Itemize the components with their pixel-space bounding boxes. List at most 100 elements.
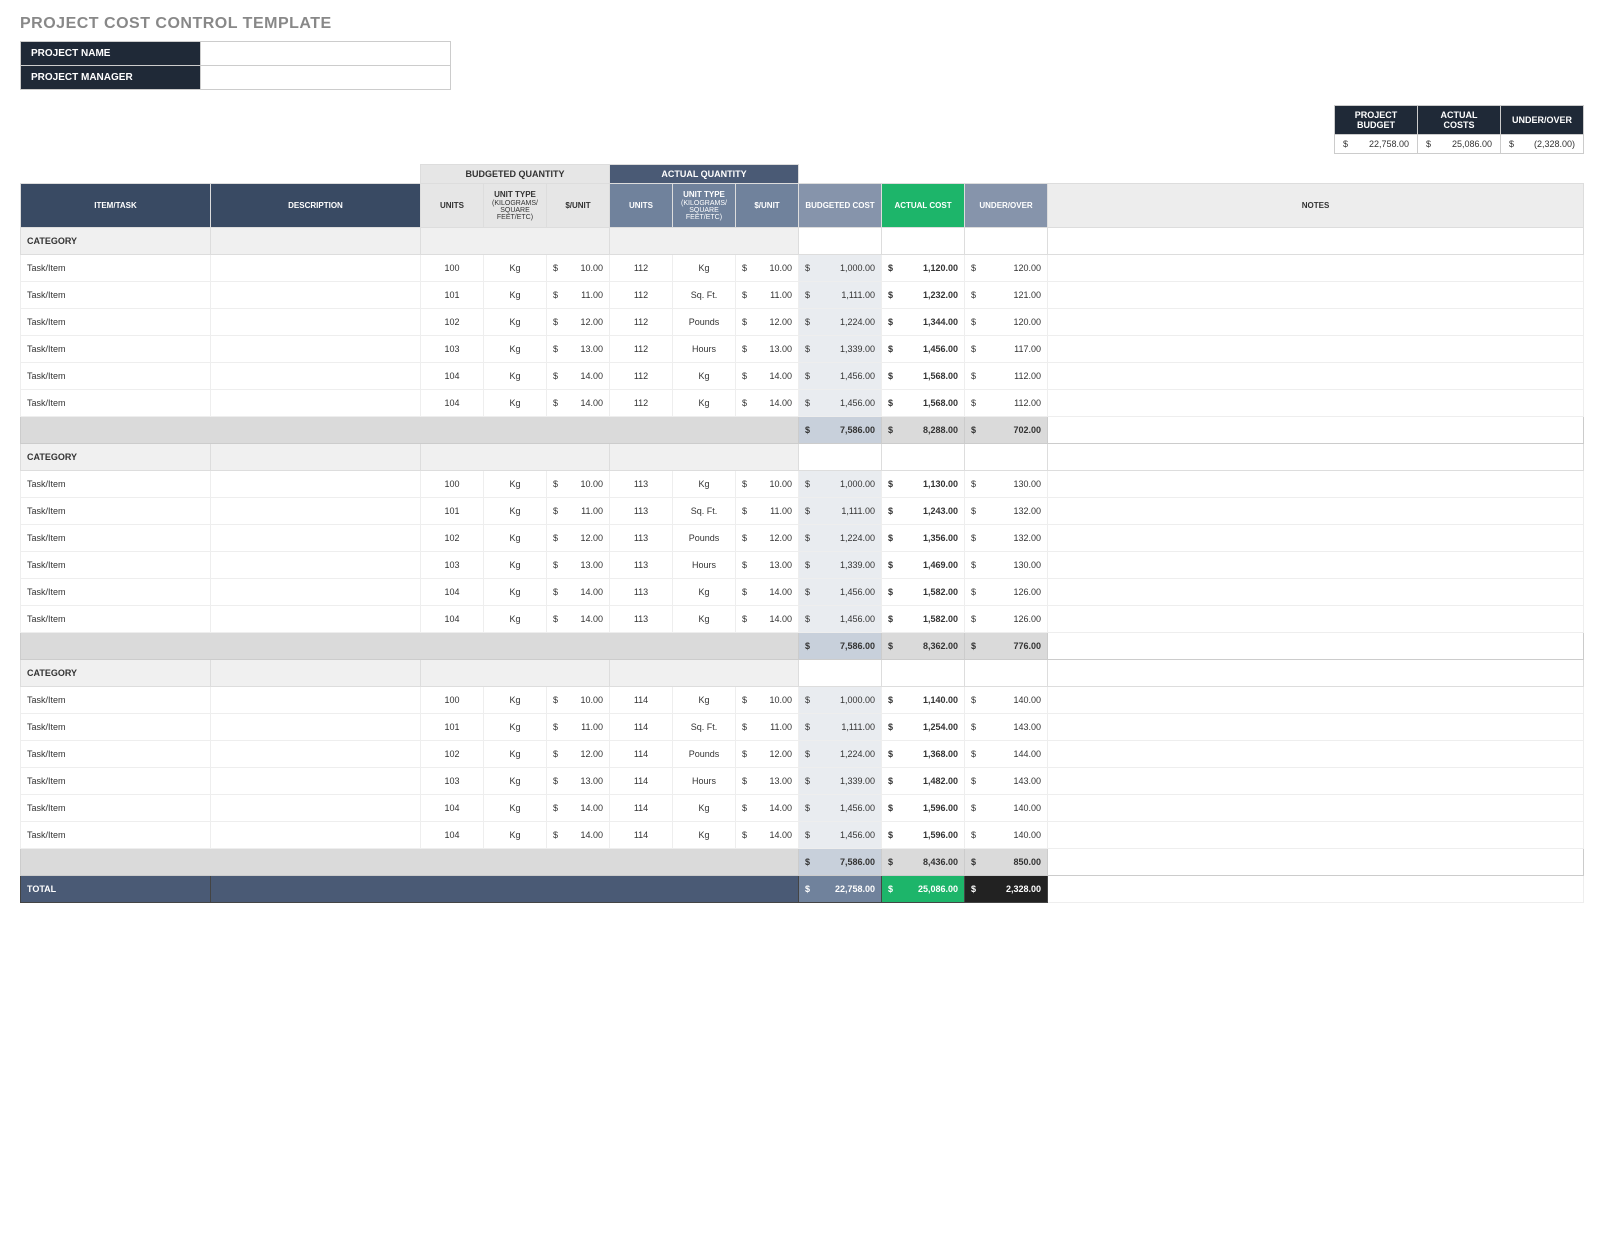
cell-apunit[interactable]: $11.00 xyxy=(736,498,799,525)
cell-aunits[interactable]: 114 xyxy=(610,687,673,714)
cell-butype[interactable]: Kg xyxy=(484,390,547,417)
cell-desc[interactable] xyxy=(211,579,421,606)
cell-butype[interactable]: Kg xyxy=(484,471,547,498)
cell-bunits[interactable]: 104 xyxy=(421,606,484,633)
cell-apunit[interactable]: $10.00 xyxy=(736,255,799,282)
cell-aunits[interactable]: 114 xyxy=(610,741,673,768)
cell-item[interactable]: Task/Item xyxy=(21,822,211,849)
cell-apunit[interactable]: $14.00 xyxy=(736,795,799,822)
cell-autype[interactable]: Pounds xyxy=(673,309,736,336)
cell-bunits[interactable]: 100 xyxy=(421,471,484,498)
cell-notes[interactable] xyxy=(1048,336,1584,363)
cell-notes[interactable] xyxy=(1048,714,1584,741)
cell-bpunit[interactable]: $11.00 xyxy=(547,714,610,741)
cell-bunits[interactable]: 103 xyxy=(421,552,484,579)
cell-notes[interactable] xyxy=(1048,687,1584,714)
cell-butype[interactable]: Kg xyxy=(484,552,547,579)
cell-bpunit[interactable]: $14.00 xyxy=(547,579,610,606)
cell-apunit[interactable]: $14.00 xyxy=(736,579,799,606)
cell-butype[interactable]: Kg xyxy=(484,768,547,795)
cell-apunit[interactable]: $12.00 xyxy=(736,309,799,336)
cell-bpunit[interactable]: $14.00 xyxy=(547,822,610,849)
cell-bpunit[interactable]: $12.00 xyxy=(547,525,610,552)
cell-aunits[interactable]: 113 xyxy=(610,579,673,606)
cell-desc[interactable] xyxy=(211,741,421,768)
cell-autype[interactable]: Pounds xyxy=(673,741,736,768)
cell-desc[interactable] xyxy=(211,255,421,282)
cell-bunits[interactable]: 104 xyxy=(421,363,484,390)
cell-aunits[interactable]: 112 xyxy=(610,336,673,363)
cell-bunits[interactable]: 102 xyxy=(421,741,484,768)
cell-notes[interactable] xyxy=(1048,606,1584,633)
cell-notes[interactable] xyxy=(1048,255,1584,282)
cell-desc[interactable] xyxy=(211,822,421,849)
cell-butype[interactable]: Kg xyxy=(484,309,547,336)
cell-bpunit[interactable]: $13.00 xyxy=(547,552,610,579)
cell-desc[interactable] xyxy=(211,525,421,552)
cell-apunit[interactable]: $12.00 xyxy=(736,741,799,768)
cell-bpunit[interactable]: $14.00 xyxy=(547,363,610,390)
cell-notes[interactable] xyxy=(1048,390,1584,417)
cell-item[interactable]: Task/Item xyxy=(21,498,211,525)
cell-autype[interactable]: Kg xyxy=(673,579,736,606)
cell-autype[interactable]: Hours xyxy=(673,768,736,795)
project-name-input[interactable] xyxy=(201,42,451,66)
cell-notes[interactable] xyxy=(1048,498,1584,525)
cell-autype[interactable]: Kg xyxy=(673,606,736,633)
cell-butype[interactable]: Kg xyxy=(484,795,547,822)
cell-desc[interactable] xyxy=(211,471,421,498)
cell-aunits[interactable]: 114 xyxy=(610,822,673,849)
cell-autype[interactable]: Sq. Ft. xyxy=(673,714,736,741)
cell-item[interactable]: Task/Item xyxy=(21,795,211,822)
cell-bunits[interactable]: 101 xyxy=(421,282,484,309)
cell-item[interactable]: Task/Item xyxy=(21,741,211,768)
cell-bunits[interactable]: 102 xyxy=(421,309,484,336)
cell-apunit[interactable]: $13.00 xyxy=(736,336,799,363)
cell-aunits[interactable]: 112 xyxy=(610,363,673,390)
cell-notes[interactable] xyxy=(1048,768,1584,795)
cell-item[interactable]: Task/Item xyxy=(21,390,211,417)
cell-notes[interactable] xyxy=(1048,309,1584,336)
cell-bpunit[interactable]: $14.00 xyxy=(547,606,610,633)
cell-desc[interactable] xyxy=(211,687,421,714)
cell-notes[interactable] xyxy=(1048,795,1584,822)
cell-notes[interactable] xyxy=(1048,525,1584,552)
cell-autype[interactable]: Sq. Ft. xyxy=(673,282,736,309)
cell-item[interactable]: Task/Item xyxy=(21,606,211,633)
cell-desc[interactable] xyxy=(211,714,421,741)
cell-apunit[interactable]: $10.00 xyxy=(736,687,799,714)
cell-autype[interactable]: Kg xyxy=(673,687,736,714)
cell-aunits[interactable]: 113 xyxy=(610,498,673,525)
cell-apunit[interactable]: $11.00 xyxy=(736,714,799,741)
cell-aunits[interactable]: 112 xyxy=(610,255,673,282)
cell-item[interactable]: Task/Item xyxy=(21,687,211,714)
cell-item[interactable]: Task/Item xyxy=(21,579,211,606)
cell-notes[interactable] xyxy=(1048,471,1584,498)
cell-autype[interactable]: Sq. Ft. xyxy=(673,498,736,525)
cell-bunits[interactable]: 104 xyxy=(421,795,484,822)
project-manager-input[interactable] xyxy=(201,66,451,90)
cell-item[interactable]: Task/Item xyxy=(21,336,211,363)
cell-bpunit[interactable]: $11.00 xyxy=(547,498,610,525)
cell-butype[interactable]: Kg xyxy=(484,822,547,849)
cell-butype[interactable]: Kg xyxy=(484,336,547,363)
cell-desc[interactable] xyxy=(211,282,421,309)
cell-apunit[interactable]: $14.00 xyxy=(736,822,799,849)
cell-butype[interactable]: Kg xyxy=(484,606,547,633)
cell-autype[interactable]: Kg xyxy=(673,390,736,417)
cell-desc[interactable] xyxy=(211,768,421,795)
cell-butype[interactable]: Kg xyxy=(484,525,547,552)
cell-autype[interactable]: Kg xyxy=(673,471,736,498)
cell-bpunit[interactable]: $12.00 xyxy=(547,741,610,768)
cell-bpunit[interactable]: $13.00 xyxy=(547,336,610,363)
cell-desc[interactable] xyxy=(211,795,421,822)
cell-bunits[interactable]: 103 xyxy=(421,768,484,795)
cell-autype[interactable]: Hours xyxy=(673,336,736,363)
cell-butype[interactable]: Kg xyxy=(484,363,547,390)
cell-apunit[interactable]: $13.00 xyxy=(736,768,799,795)
cell-desc[interactable] xyxy=(211,390,421,417)
cell-notes[interactable] xyxy=(1048,741,1584,768)
cell-desc[interactable] xyxy=(211,363,421,390)
cell-bunits[interactable]: 101 xyxy=(421,498,484,525)
cell-desc[interactable] xyxy=(211,336,421,363)
